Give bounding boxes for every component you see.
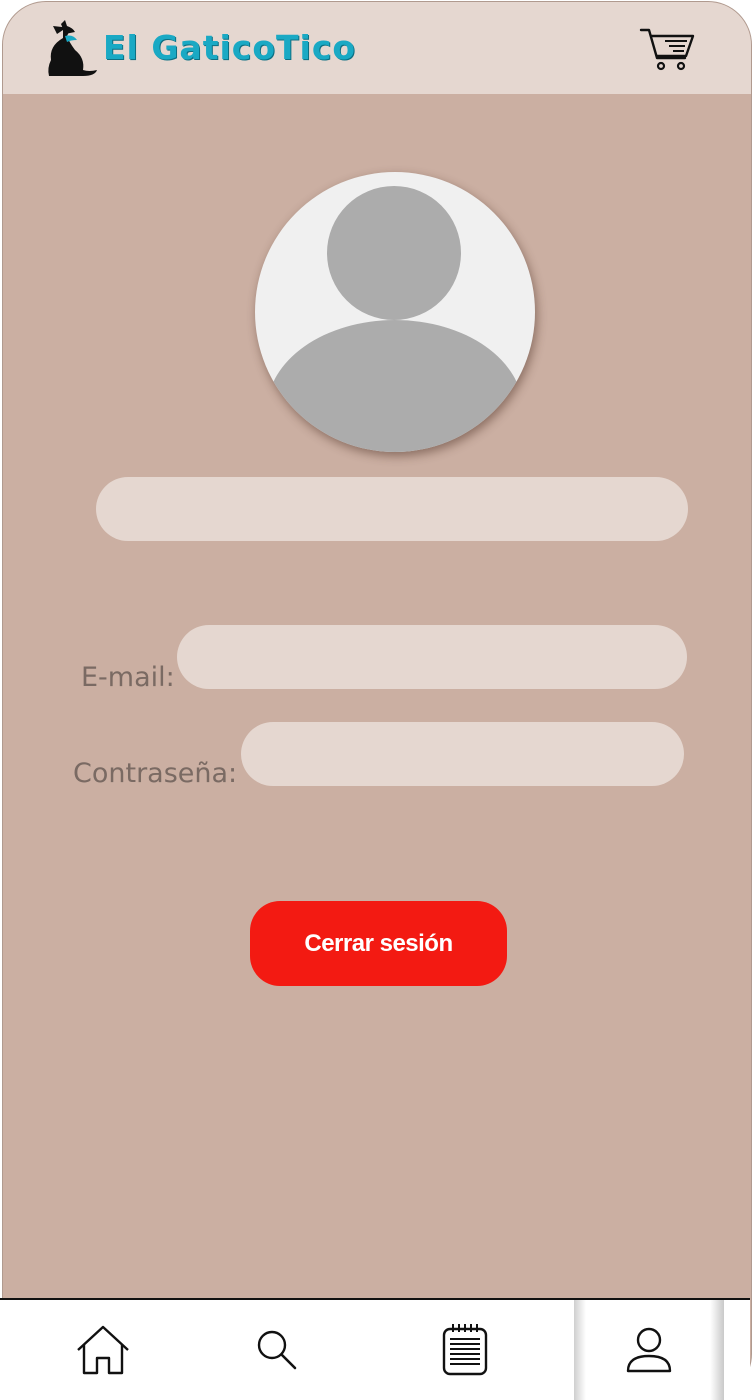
menu-list-icon bbox=[442, 1324, 488, 1376]
nav-menu[interactable] bbox=[410, 1300, 520, 1400]
app-header: El GaticoTico bbox=[3, 2, 751, 94]
cart-button[interactable] bbox=[639, 26, 695, 74]
avatar-body-shape bbox=[267, 320, 523, 452]
search-icon bbox=[257, 1330, 297, 1370]
password-field[interactable] bbox=[241, 722, 684, 786]
app-logo-text: El GaticoTico bbox=[103, 28, 357, 67]
user-icon bbox=[626, 1327, 672, 1373]
app-screen: El GaticoTico E-mail: Contraseña: Cerrar… bbox=[2, 1, 752, 1398]
home-icon bbox=[77, 1325, 129, 1375]
nav-profile[interactable] bbox=[574, 1300, 724, 1400]
email-field[interactable] bbox=[177, 625, 687, 689]
nav-search[interactable] bbox=[222, 1300, 332, 1400]
bottom-navigation bbox=[0, 1298, 750, 1400]
username-field[interactable] bbox=[96, 477, 688, 541]
shopping-cart-icon bbox=[639, 28, 695, 71]
avatar-head-shape bbox=[327, 186, 461, 320]
profile-avatar[interactable] bbox=[255, 172, 535, 452]
cat-logo-icon bbox=[48, 20, 97, 76]
nav-home[interactable] bbox=[48, 1300, 158, 1400]
password-label: Contraseña: bbox=[73, 758, 238, 789]
email-label: E-mail: bbox=[81, 662, 175, 693]
logout-button[interactable]: Cerrar sesión bbox=[250, 901, 507, 986]
